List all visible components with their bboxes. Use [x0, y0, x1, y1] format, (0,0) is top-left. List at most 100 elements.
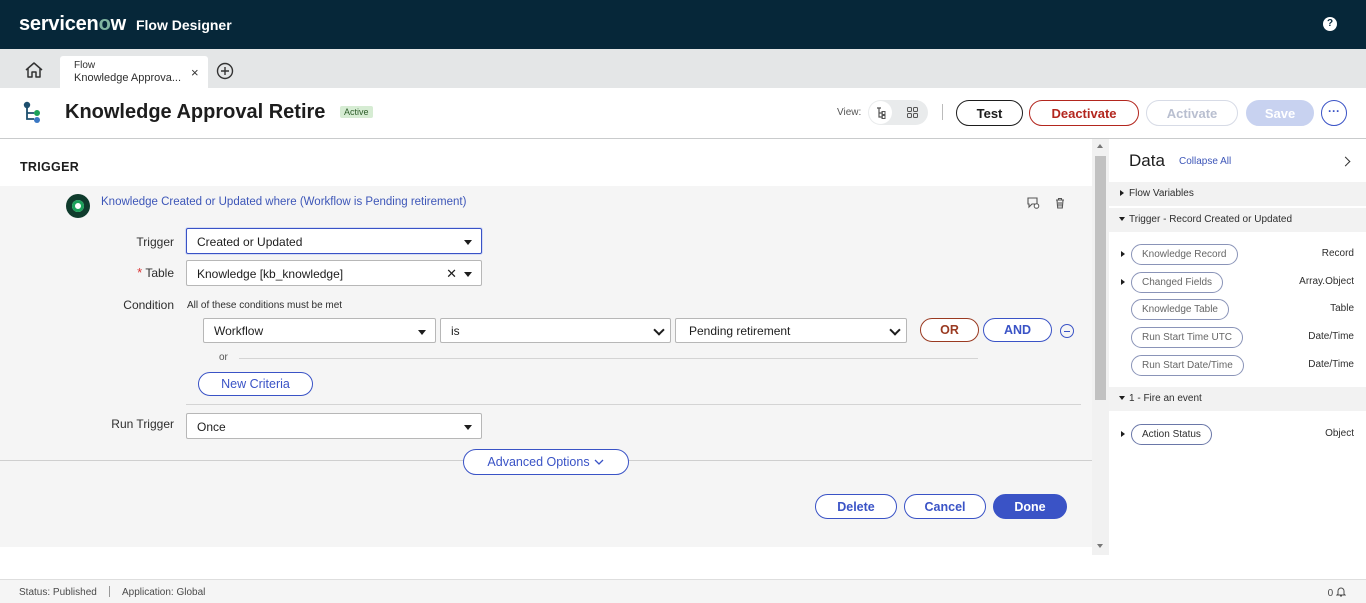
condition-operator-select[interactable]: is — [440, 318, 671, 343]
clear-icon[interactable]: ✕ — [446, 266, 457, 282]
chevron-down-icon — [418, 330, 426, 335]
section-fire-event[interactable]: 1 - Fire an event — [1109, 387, 1366, 411]
done-button[interactable]: Done — [993, 494, 1067, 519]
data-pill[interactable]: Run Start Time UTC — [1131, 327, 1244, 348]
collapse-all-link[interactable]: Collapse All — [1179, 156, 1231, 167]
advanced-options-button[interactable]: Advanced Options — [463, 449, 629, 475]
condition-field-select[interactable]: Workflow — [203, 318, 436, 343]
run-trigger-value: Once — [197, 420, 226, 434]
trigger-type-select[interactable]: Created or Updated — [186, 228, 482, 254]
expand-icon[interactable] — [1121, 279, 1125, 285]
table-label: * Table — [137, 265, 174, 280]
chevron-down-icon — [653, 324, 665, 336]
delete-button[interactable]: Delete — [815, 494, 897, 519]
trigger-panel: Knowledge Created or Updated where (Work… — [0, 186, 1092, 547]
data-pill-row: Run Start Date/Time Date/Time — [1109, 355, 1366, 379]
home-icon[interactable] — [24, 61, 44, 79]
data-pill[interactable]: Run Start Date/Time — [1131, 355, 1244, 376]
tab-type: Flow — [74, 60, 96, 71]
condition-note: All of these conditions must be met — [187, 300, 343, 311]
main-scrollbar[interactable] — [1092, 139, 1109, 555]
trigger-summary-link[interactable]: Knowledge Created or Updated where (Work… — [101, 196, 466, 208]
data-pill-type: Date/Time — [1308, 331, 1354, 342]
remove-condition-icon[interactable] — [1060, 324, 1074, 338]
or-separator-line — [239, 358, 978, 359]
comment-icon[interactable] — [1026, 196, 1040, 210]
servicenow-logo: servicenow — [19, 13, 126, 35]
view-toggle[interactable] — [868, 100, 928, 125]
required-asterisk: * — [137, 265, 143, 280]
diagram-view-icon — [907, 107, 918, 118]
section-divider — [186, 404, 1081, 405]
toolbar-divider — [942, 104, 943, 120]
run-trigger-label: Run Trigger — [111, 417, 174, 431]
test-button[interactable]: Test — [956, 100, 1023, 126]
data-pill-type: Record — [1321, 248, 1354, 259]
scroll-down-icon[interactable] — [1097, 544, 1103, 548]
add-tab-icon[interactable] — [216, 62, 234, 80]
expand-icon[interactable] — [1121, 431, 1125, 437]
expand-icon — [1120, 190, 1124, 196]
more-options-button[interactable]: ··· — [1321, 100, 1347, 126]
flow-icon — [23, 101, 40, 123]
status-divider — [109, 586, 110, 597]
chevron-down-icon — [594, 459, 604, 465]
chevron-down-icon — [464, 240, 472, 245]
status-text: Status: Published — [19, 587, 97, 598]
tab-flow[interactable]: Flow Knowledge Approva... × — [60, 56, 208, 88]
or-button[interactable]: OR — [920, 318, 979, 342]
deactivate-button[interactable]: Deactivate — [1029, 100, 1139, 126]
trash-icon[interactable] — [1053, 196, 1067, 210]
tab-strip: Flow Knowledge Approva... × — [0, 49, 1366, 88]
data-pill-type: Object — [1325, 428, 1354, 439]
data-pill-row: Run Start Time UTC Date/Time — [1109, 327, 1366, 351]
notification-count: 0 — [1327, 588, 1334, 599]
scrollbar-thumb[interactable] — [1095, 156, 1106, 400]
save-button[interactable]: Save — [1246, 100, 1314, 126]
expand-icon[interactable] — [1121, 251, 1125, 257]
condition-value-select[interactable]: Pending retirement — [675, 318, 907, 343]
section-flow-variables[interactable]: Flow Variables — [1109, 182, 1366, 206]
diagram-view-option[interactable] — [901, 101, 924, 124]
chevron-down-icon — [889, 324, 901, 336]
data-pill[interactable]: Action Status — [1131, 424, 1212, 445]
top-header: servicenow Flow Designer ? — [0, 0, 1366, 49]
app-name: Flow Designer — [135, 16, 232, 33]
tree-view-option[interactable] — [869, 101, 892, 124]
chevron-right-icon[interactable] — [1340, 156, 1351, 167]
trigger-section-title: TRIGGER — [20, 160, 80, 174]
close-icon[interactable]: × — [191, 65, 199, 80]
activate-button[interactable]: Activate — [1146, 100, 1238, 126]
condition-label: Condition — [123, 298, 174, 312]
new-criteria-button[interactable]: New Criteria — [198, 372, 313, 396]
table-value: Knowledge [kb_knowledge] — [197, 267, 344, 281]
application-text: Application: Global — [122, 587, 206, 598]
or-separator-text: or — [219, 352, 228, 363]
notifications-indicator[interactable]: 0 — [1327, 586, 1347, 599]
help-icon[interactable]: ? — [1323, 17, 1337, 31]
collapse-icon — [1119, 217, 1125, 221]
and-button[interactable]: AND — [983, 318, 1052, 342]
run-trigger-select[interactable]: Once — [186, 413, 482, 439]
data-pill-row: Knowledge Record Record — [1109, 244, 1366, 268]
data-pill-type: Table — [1330, 303, 1354, 314]
data-pill[interactable]: Knowledge Record — [1131, 244, 1238, 265]
trigger-status-icon — [66, 194, 90, 218]
data-pill[interactable]: Knowledge Table — [1131, 299, 1229, 320]
page-title: Knowledge Approval Retire — [65, 101, 326, 123]
tree-view-icon — [877, 107, 886, 119]
data-pill-row: Action Status Object — [1109, 424, 1366, 448]
data-pill[interactable]: Changed Fields — [1131, 272, 1224, 293]
flow-editor: TRIGGER Knowledge Created or Updated whe… — [0, 139, 1092, 579]
table-select[interactable]: Knowledge [kb_knowledge] ✕ — [186, 260, 482, 286]
flow-titlebar: Knowledge Approval Retire Active View: T… — [0, 88, 1366, 139]
chevron-down-icon — [464, 272, 472, 277]
trigger-label: Trigger — [136, 235, 174, 249]
data-pill-row: Knowledge Table Table — [1109, 299, 1366, 323]
trigger-type-value: Created or Updated — [197, 235, 303, 249]
cancel-button[interactable]: Cancel — [904, 494, 986, 519]
status-badge: Active — [340, 106, 373, 118]
scroll-up-icon[interactable] — [1097, 144, 1103, 148]
section-trigger-record[interactable]: Trigger - Record Created or Updated — [1109, 208, 1366, 232]
status-bar: Status: Published Application: Global 0 — [0, 579, 1366, 603]
